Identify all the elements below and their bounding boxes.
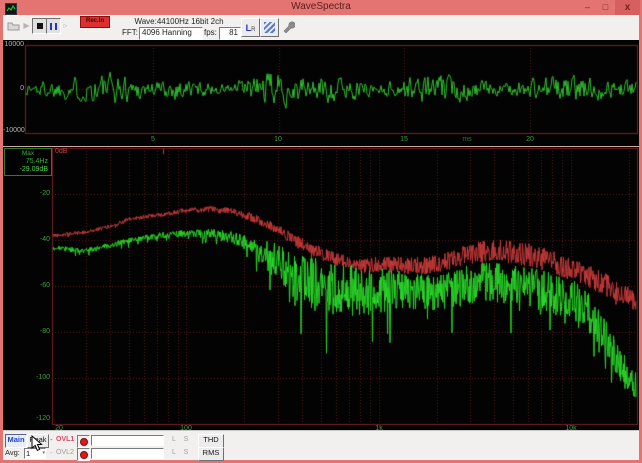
wave-format-info: Wave:44100Hz 16bit 2ch: [116, 17, 242, 26]
ovl2-record-led[interactable]: [77, 448, 90, 461]
wave-xtick-20: 20: [521, 136, 539, 144]
peak-button[interactable]: Peak: [27, 434, 49, 448]
monitor-icon[interactable]: ▹: [61, 20, 70, 31]
ovl1-dash: -: [50, 434, 53, 445]
ovl1-led-dot: [80, 438, 88, 446]
ovl2-led-dot: [80, 451, 88, 459]
settings-wrench-icon[interactable]: [280, 18, 297, 35]
display-mode-icon: [264, 22, 275, 33]
ovl1-l-button[interactable]: L: [169, 434, 179, 445]
channel-lr-button[interactable]: LR: [241, 18, 260, 37]
max-readout-box: Max 75.4Hz -29.09dB: [4, 148, 52, 176]
rms-button[interactable]: RMS: [198, 447, 224, 461]
main-button[interactable]: Main: [5, 434, 27, 448]
fft-label: FFT:: [122, 28, 138, 37]
wave-xtick-10: 10: [269, 136, 287, 144]
wave-x-unit: ms: [458, 136, 476, 144]
fps-field: 81: [219, 27, 241, 40]
fft-setting-field[interactable]: 4096 Hanning: [139, 27, 203, 40]
toolbar: ▶ ▹ Rec.In Wave:44100Hz 16bit 2ch FFT: 4…: [3, 15, 639, 41]
ovl2-label[interactable]: OVL2: [56, 447, 76, 458]
wave-xtick-15: 15: [395, 136, 413, 144]
max-frequency: 75.4Hz: [26, 158, 48, 165]
ovl1-label[interactable]: OVL1: [56, 434, 76, 445]
ovl1-s-button[interactable]: S: [181, 434, 191, 445]
rec-in-badge: Rec.In: [80, 16, 110, 28]
ovl2-l-button[interactable]: L: [169, 447, 179, 458]
spectrum-panel: Max 75.4Hz -29.09dB 0dB -20 -40 -60 -80 …: [3, 146, 639, 430]
ovl2-s-button[interactable]: S: [181, 447, 191, 458]
title-bar: WaveSpectra – □ x: [0, 0, 642, 15]
open-file-icon[interactable]: [6, 19, 21, 32]
fps-label: fps:: [204, 28, 217, 37]
spectrum-plot: [3, 147, 639, 431]
pause-icon: [50, 23, 57, 30]
stop-button[interactable]: [32, 18, 47, 34]
play-icon[interactable]: ▶: [22, 20, 31, 31]
display-mode-button[interactable]: [260, 18, 279, 37]
close-button[interactable]: x: [615, 0, 640, 15]
thd-button[interactable]: THD: [198, 434, 224, 448]
stop-icon: [37, 23, 43, 29]
avg-count-spinner[interactable]: 1 ▾: [24, 448, 46, 459]
window-title: WaveSpectra: [0, 1, 642, 12]
maximize-button[interactable]: □: [598, 2, 613, 13]
spec-ytick--100: -100: [27, 374, 50, 382]
wave-ytick-zero: 0: [3, 85, 24, 93]
minimize-button[interactable]: –: [580, 2, 595, 13]
max-title: Max: [5, 150, 51, 157]
wave-ytick-max: 10000: [3, 41, 24, 49]
max-level: -29.09dB: [20, 166, 48, 173]
avg-label: Avg:: [5, 447, 20, 458]
wavespectra-window: WaveSpectra – □ x ▶ ▹ Rec.In Wave:44100H…: [0, 0, 642, 463]
waveform-plot: [3, 40, 639, 146]
wave-xtick-5: 5: [144, 136, 162, 144]
waveform-panel: 10000 0 -10000 5 10 15 ms 20: [3, 40, 639, 146]
ovl1-record-led[interactable]: [77, 435, 90, 448]
spec-ytick--20: -20: [27, 190, 50, 198]
ovl2-dash: -: [50, 447, 53, 458]
spec-ytick--80: -80: [27, 328, 50, 336]
spinner-arrow-icon[interactable]: ▾: [42, 449, 45, 458]
bottom-control-bar: Main Peak - OVL1 L S THD Avg: 1 ▾ - OVL2…: [3, 430, 639, 460]
spec-ytick--40: -40: [27, 236, 50, 244]
spec-ytick--120: -120: [27, 415, 50, 423]
ovl2-file-input[interactable]: [91, 448, 164, 459]
avg-count-value: 1: [26, 449, 30, 458]
channel-r-label: R: [251, 27, 255, 33]
ovl1-file-input[interactable]: [91, 435, 164, 446]
spec-ytick-0db: 0dB: [55, 148, 67, 156]
wave-ytick-min: -10000: [3, 127, 24, 135]
pause-button[interactable]: [46, 18, 61, 34]
spec-ytick--60: -60: [27, 282, 50, 290]
